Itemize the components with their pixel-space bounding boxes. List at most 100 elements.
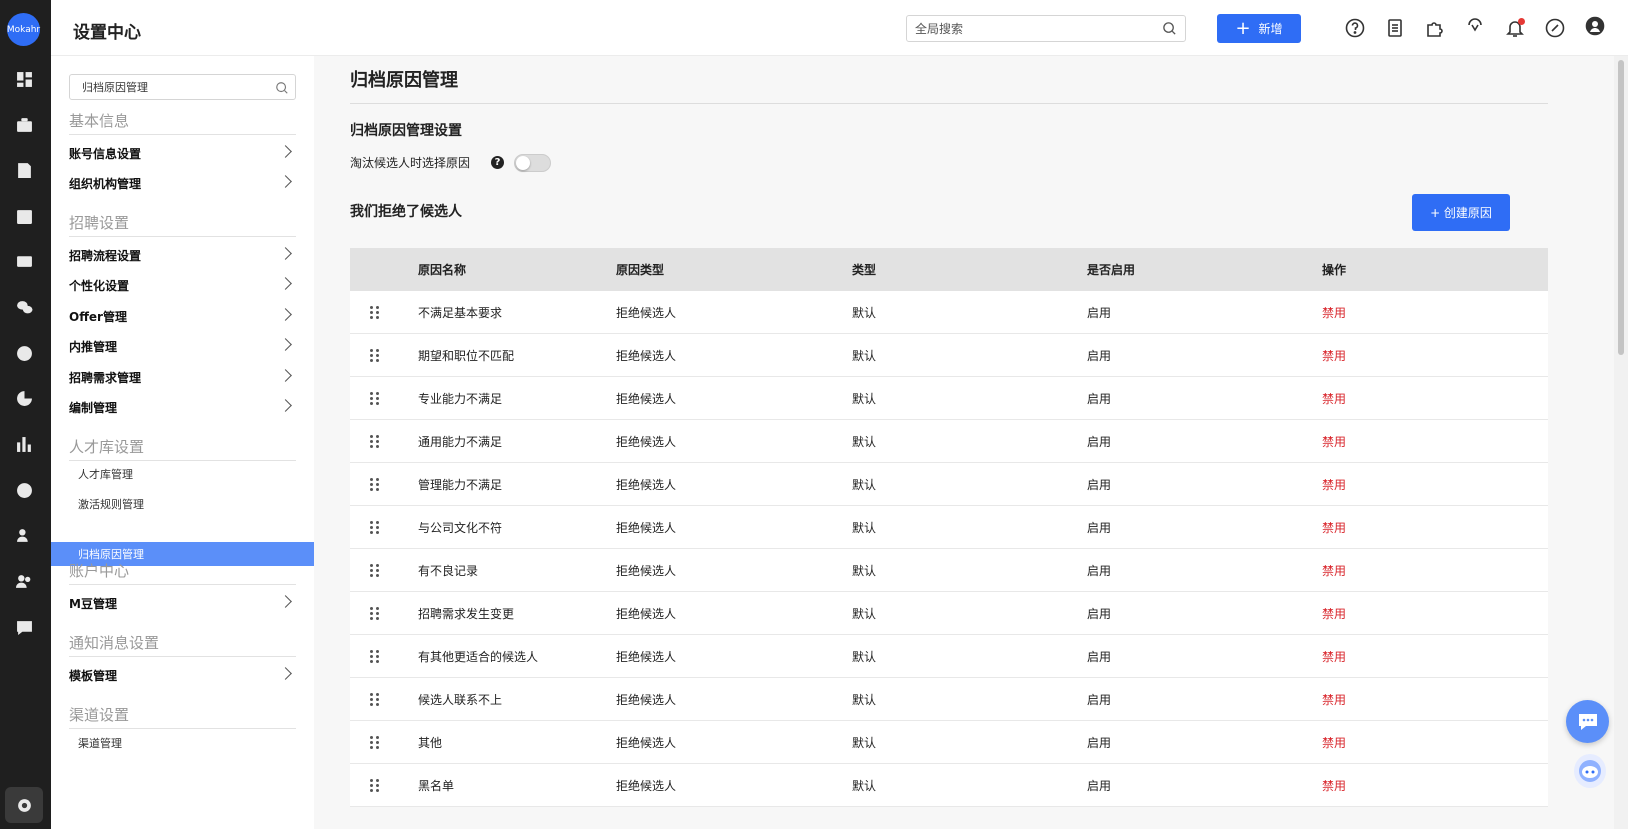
sidebar-item-personalize[interactable]: 个性化设置 [69, 272, 296, 298]
sidebar-item-template[interactable]: 模板管理 [69, 662, 296, 688]
disable-action-link[interactable]: 禁用 [1322, 334, 1346, 377]
chat-bubble-button[interactable] [1566, 700, 1609, 743]
drag-handle-icon[interactable] [360, 377, 390, 420]
sidebar-sub-channel[interactable]: 渠道管理 [78, 731, 122, 755]
enabled-cell: 启用 [1087, 392, 1112, 406]
sidebar-sub-talent-pool[interactable]: 人才库管理 [78, 462, 133, 486]
reason-type-cell: 拒绝候选人 [616, 693, 677, 707]
drag-handle-icon[interactable] [360, 291, 390, 334]
drag-handle-icon[interactable] [360, 334, 390, 377]
drag-handle-icon[interactable] [360, 635, 390, 678]
help-icon[interactable] [1344, 17, 1366, 39]
question-icon[interactable]: ? [491, 156, 504, 169]
sidebar-item-demand[interactable]: 招聘需求管理 [69, 364, 296, 390]
drag-handle-icon[interactable] [360, 420, 390, 463]
sidebar-item-label: M豆管理 [69, 596, 117, 611]
enabled-cell: 启用 [1087, 521, 1112, 535]
search-icon[interactable] [275, 81, 289, 95]
search-icon[interactable] [1162, 21, 1177, 36]
disable-action-link[interactable]: 禁用 [1322, 764, 1346, 807]
disable-action-link[interactable]: 禁用 [1322, 377, 1346, 420]
new-button[interactable]: + 新增 [1217, 14, 1301, 43]
table-row: 专业能力不满足 拒绝候选人 默认 启用 禁用 [350, 377, 1548, 420]
sidebar-item-account[interactable]: 账号信息设置 [69, 140, 296, 166]
puzzle-icon[interactable] [1424, 17, 1446, 39]
disable-action-link[interactable]: 禁用 [1322, 592, 1346, 635]
reason-toggle[interactable] [514, 154, 551, 172]
create-reason-button[interactable]: + 创建原因 [1412, 194, 1510, 231]
table-row: 与公司文化不符 拒绝候选人 默认 启用 禁用 [350, 506, 1548, 549]
type-cell: 默认 [852, 349, 877, 363]
sidebar-item-process[interactable]: 招聘流程设置 [69, 242, 296, 268]
logo[interactable]: Mokahr [7, 13, 40, 46]
chevron-right-icon [279, 338, 292, 351]
disable-action-link[interactable]: 禁用 [1322, 506, 1346, 549]
type-cell: 默认 [852, 693, 877, 707]
thumb-up-icon[interactable] [14, 343, 34, 363]
drag-handle-icon[interactable] [360, 721, 390, 764]
reason-name-cell: 不满足基本要求 [418, 306, 503, 320]
link-icon[interactable] [1544, 17, 1566, 39]
scrollbar-thumb[interactable] [1618, 60, 1624, 355]
nav-rail: Mokahr [0, 0, 51, 829]
disable-action-link[interactable]: 禁用 [1322, 635, 1346, 678]
global-search-input[interactable] [907, 16, 1147, 41]
service-icon[interactable] [1464, 14, 1486, 36]
bar-chart-icon[interactable] [14, 434, 34, 454]
message-icon[interactable] [14, 617, 34, 637]
team-icon[interactable] [14, 571, 34, 591]
sidebar-item-org[interactable]: 组织机构管理 [69, 170, 296, 196]
wechat-icon[interactable] [14, 297, 34, 317]
drag-handle-icon[interactable] [360, 549, 390, 592]
chevron-right-icon [279, 369, 292, 382]
resume-icon[interactable] [14, 160, 34, 180]
pie-chart-icon[interactable] [14, 388, 34, 408]
table-row: 招聘需求发生变更 拒绝候选人 默认 启用 禁用 [350, 592, 1548, 635]
sidebar-item-headcount[interactable]: 编制管理 [69, 394, 296, 420]
drag-handle-icon[interactable] [360, 506, 390, 549]
sidebar-item-label: 编制管理 [69, 400, 118, 415]
reason-type-cell: 拒绝候选人 [616, 306, 677, 320]
table-row: 候选人联系不上 拒绝候选人 默认 启用 禁用 [350, 678, 1548, 721]
disable-action-link[interactable]: 禁用 [1322, 291, 1346, 334]
reason-name-cell: 有其他更适合的候选人 [418, 650, 539, 664]
reason-type-cell: 拒绝候选人 [616, 736, 677, 750]
document-icon[interactable] [1384, 17, 1406, 39]
robot-assistant-button[interactable] [1574, 754, 1606, 788]
app-title: 设置中心 [73, 23, 141, 43]
settings-icon[interactable] [14, 795, 34, 815]
plus-icon: + [1235, 17, 1251, 39]
drag-handle-icon[interactable] [360, 463, 390, 506]
calendar-icon[interactable] [14, 206, 34, 226]
sidebar-item-referral[interactable]: 内推管理 [69, 333, 296, 359]
chevron-right-icon [279, 399, 292, 412]
chevron-right-icon [279, 277, 292, 290]
disable-action-link[interactable]: 禁用 [1322, 463, 1346, 506]
briefcase-icon[interactable] [14, 115, 34, 135]
enabled-cell: 启用 [1087, 736, 1112, 750]
disable-action-link[interactable]: 禁用 [1322, 420, 1346, 463]
toggle-label: 淘汰候选人时选择原因 [350, 156, 471, 170]
drag-handle-icon[interactable] [360, 764, 390, 807]
sidebar-search-input[interactable] [70, 75, 260, 99]
talent-icon[interactable] [14, 480, 34, 500]
drag-handle-icon[interactable] [360, 592, 390, 635]
reason-name-cell: 管理能力不满足 [418, 478, 503, 492]
sidebar-item-label: 招聘流程设置 [69, 248, 142, 263]
disable-action-link[interactable]: 禁用 [1322, 678, 1346, 721]
user-icon[interactable] [1584, 15, 1606, 37]
people-icon[interactable] [14, 525, 34, 545]
id-card-icon[interactable] [14, 251, 34, 271]
sidebar-item-offer[interactable]: Offer管理 [69, 303, 296, 329]
dashboard-icon[interactable] [14, 69, 34, 89]
sidebar-item-mbean[interactable]: M豆管理 [69, 590, 296, 616]
disable-action-link[interactable]: 禁用 [1322, 721, 1346, 764]
drag-handle-icon[interactable] [360, 678, 390, 721]
page-scrollbar[interactable] [1614, 56, 1628, 829]
bell-icon[interactable] [1504, 17, 1526, 39]
reason-type-cell: 拒绝候选人 [616, 349, 677, 363]
chevron-right-icon [279, 667, 292, 680]
sidebar-sub-activation[interactable]: 激活规则管理 [78, 492, 144, 516]
reason-name-cell: 候选人联系不上 [418, 693, 503, 707]
disable-action-link[interactable]: 禁用 [1322, 549, 1346, 592]
